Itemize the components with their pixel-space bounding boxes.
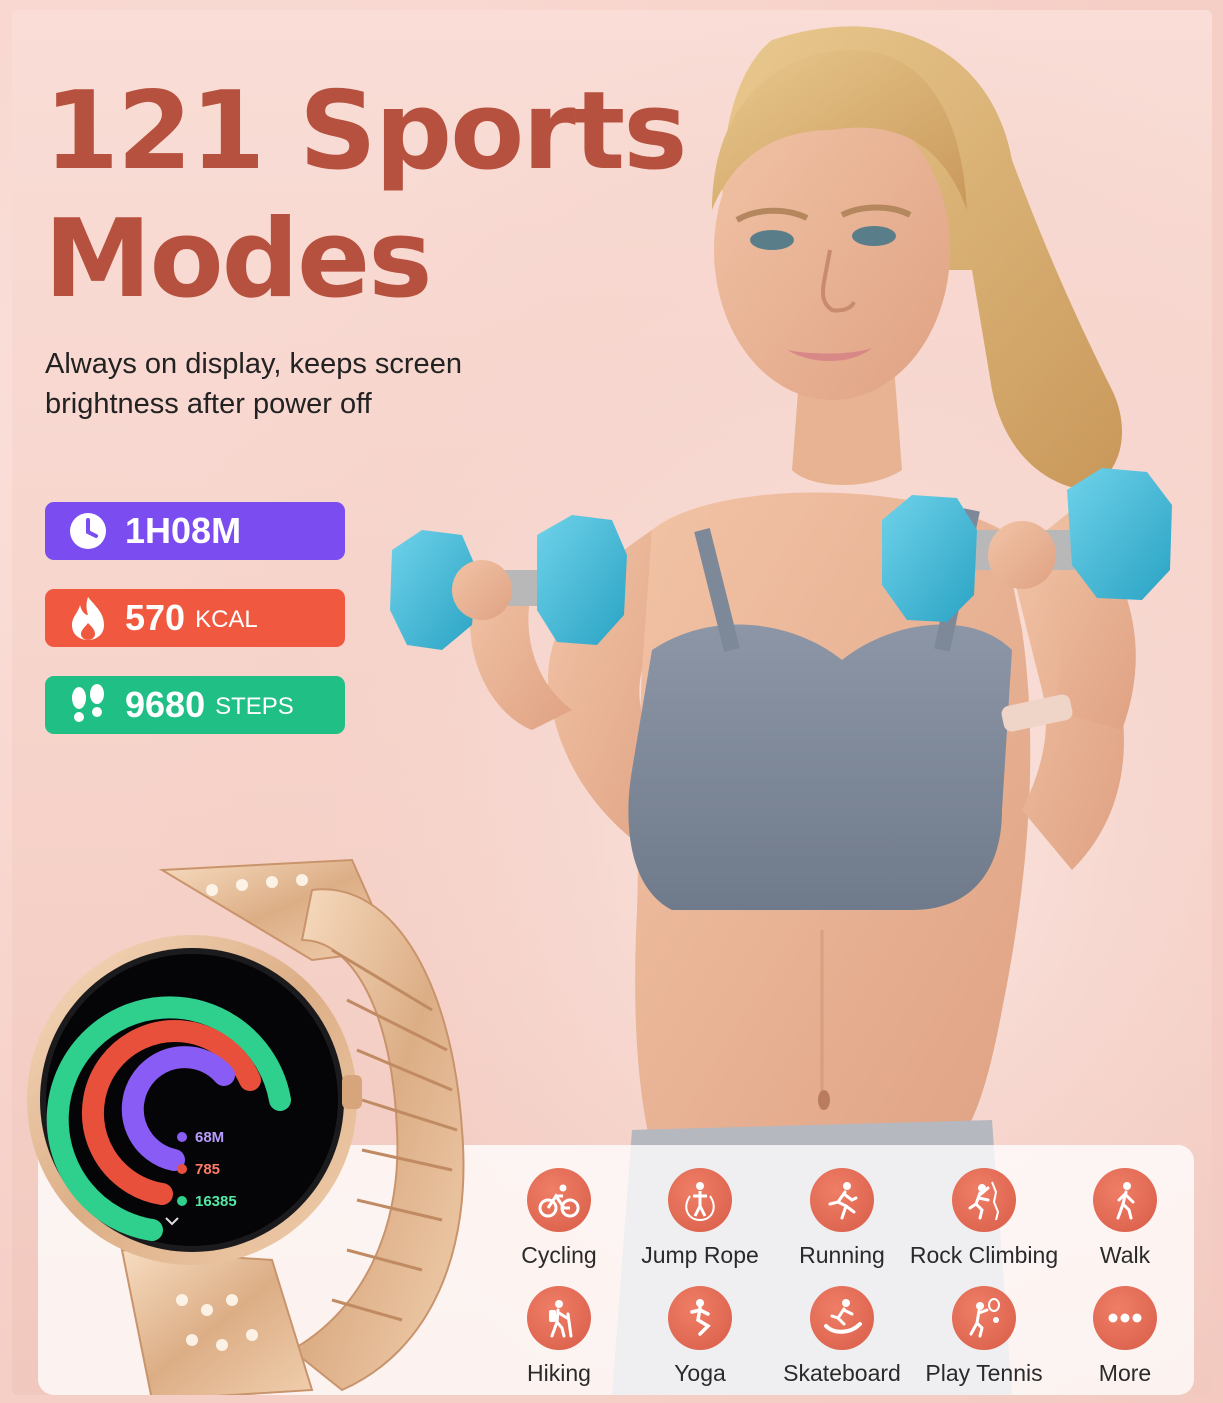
headline-line-2: Modes xyxy=(44,197,433,322)
subtitle-line-1: Always on display, keeps screen xyxy=(45,348,462,380)
stat-calories: 570 KCAL xyxy=(45,589,345,647)
stat-calories-value: 570 xyxy=(125,597,186,638)
mode-cycling-label: Cycling xyxy=(521,1242,597,1268)
product-image: 121 Sports Modes Always on display, keep… xyxy=(0,0,1223,1403)
running-icon xyxy=(810,1168,874,1232)
mode-hiking: Hiking xyxy=(484,1286,634,1387)
tennis-icon xyxy=(952,1286,1016,1350)
walk-icon xyxy=(1093,1168,1157,1232)
mode-hiking-label: Hiking xyxy=(527,1360,591,1386)
stat-steps-value: 9680 xyxy=(125,684,206,725)
mode-yoga-label: Yoga xyxy=(674,1360,726,1386)
stat-duration: 1H08M xyxy=(45,502,345,560)
mode-rock-climbing: Rock Climbing xyxy=(909,1168,1059,1269)
mode-cycling: Cycling xyxy=(484,1168,634,1269)
footsteps-icon xyxy=(65,682,111,728)
stat-duration-value: 1H08M xyxy=(125,510,242,551)
headline-line-1: 121 Sports xyxy=(44,69,687,194)
mode-play-tennis-label: Play Tennis xyxy=(925,1360,1043,1386)
mode-skateboard: Skateboard xyxy=(767,1286,917,1387)
bicycle-icon xyxy=(527,1168,591,1232)
yoga-icon xyxy=(668,1286,732,1350)
mode-yoga: Yoga xyxy=(625,1286,775,1387)
stat-steps-unit: STEPS xyxy=(215,693,294,720)
headline: 121 Sports Modes xyxy=(44,68,687,324)
more-icon xyxy=(1093,1286,1157,1350)
watch-calories: 785 xyxy=(195,1161,220,1178)
flame-icon xyxy=(65,595,111,641)
skateboard-icon xyxy=(810,1286,874,1350)
mode-play-tennis: Play Tennis xyxy=(909,1286,1059,1387)
rock-climbing-icon xyxy=(952,1168,1016,1232)
subtitle-line-2: brightness after power off xyxy=(45,388,372,420)
stat-calories-unit: KCAL xyxy=(195,606,258,633)
subtitle: Always on display, keeps screen brightne… xyxy=(45,344,565,424)
mode-skateboard-label: Skateboard xyxy=(783,1360,901,1386)
smartwatch-illustration: 68M 785 16385 xyxy=(27,858,465,1395)
mode-running-label: Running xyxy=(799,1242,885,1268)
mode-rock-climbing-label: Rock Climbing xyxy=(909,1242,1059,1268)
mode-jump-rope-label: Jump Rope xyxy=(641,1242,759,1268)
mode-more: More xyxy=(1050,1286,1200,1387)
watch-minutes: 68M xyxy=(195,1129,224,1146)
mode-walk-label: Walk xyxy=(1099,1242,1151,1268)
mode-walk: Walk xyxy=(1050,1168,1200,1269)
jump-rope-icon xyxy=(668,1168,732,1232)
mode-jump-rope: Jump Rope xyxy=(625,1168,775,1269)
image-frame: 121 Sports Modes Always on display, keep… xyxy=(12,10,1212,1395)
hiking-icon xyxy=(527,1286,591,1350)
mode-more-label: More xyxy=(1098,1360,1152,1386)
watch-steps: 16385 xyxy=(195,1193,237,1210)
stat-steps: 9680 STEPS xyxy=(45,676,345,734)
mode-running: Running xyxy=(767,1168,917,1269)
clock-icon xyxy=(65,508,111,554)
